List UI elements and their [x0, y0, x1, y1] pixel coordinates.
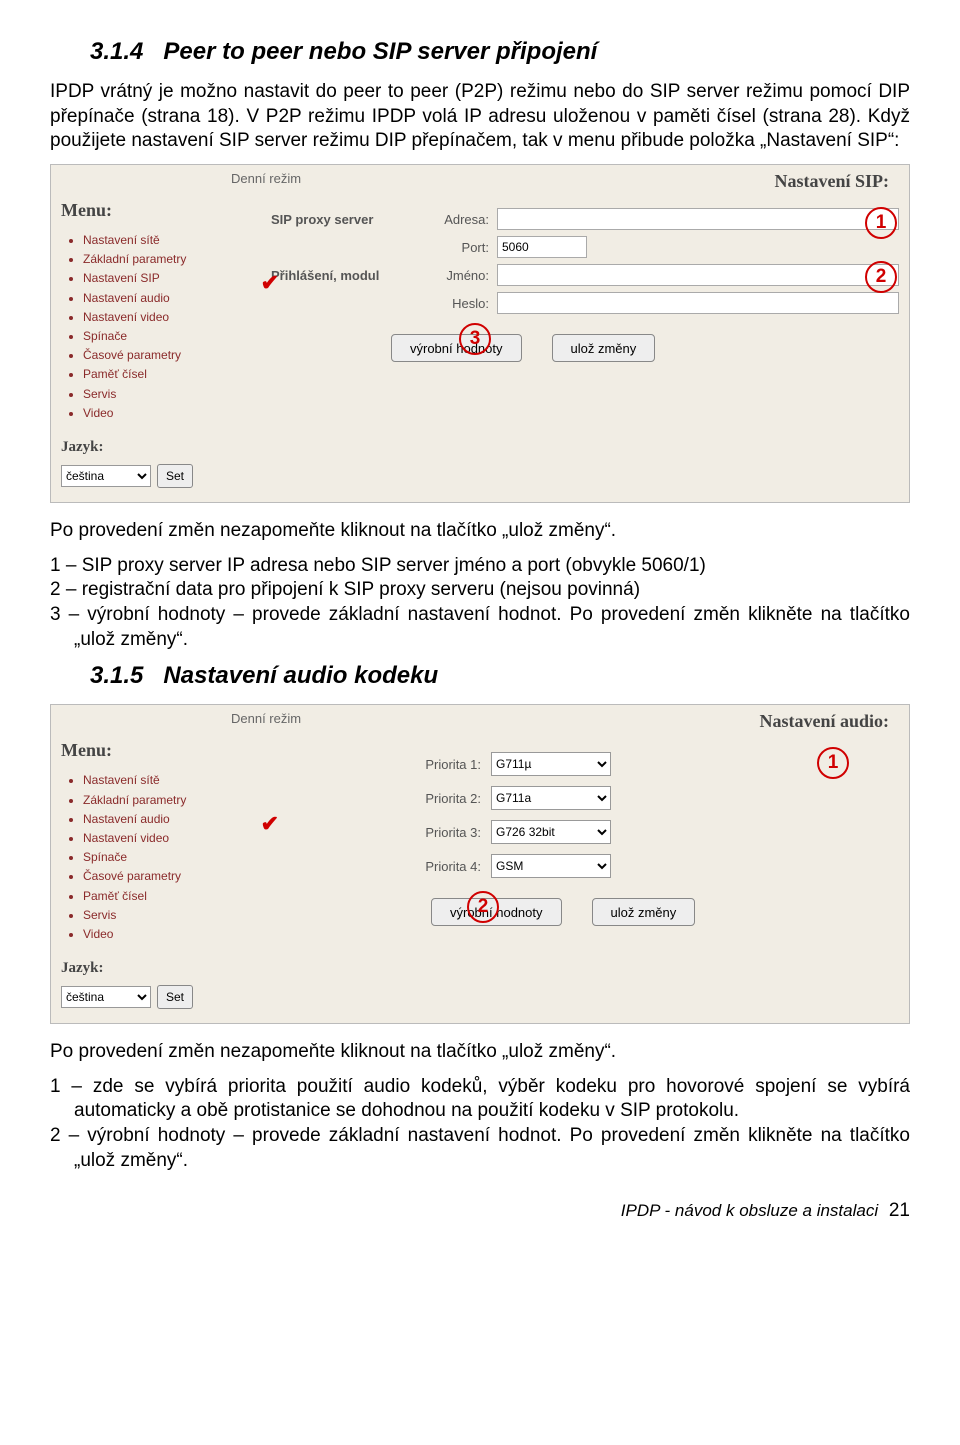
language-select[interactable]: čeština — [61, 465, 151, 487]
language-label: Jazyk: — [61, 439, 251, 456]
priority4-select[interactable]: GSM — [491, 854, 611, 878]
callout-2: 2 — [865, 261, 897, 293]
checkmark-icon: ✔ — [261, 265, 279, 300]
menu-item[interactable]: Video — [83, 404, 251, 423]
menu-list: Nastavení sítě Základní parametry Nastav… — [83, 231, 251, 423]
menu-item[interactable]: Nastavení video — [83, 308, 251, 327]
priority3-label: Priorita 3: — [371, 825, 481, 840]
menu-item[interactable]: Servis — [83, 385, 251, 404]
menu-item[interactable]: Nastavení sítě — [83, 771, 251, 790]
panel-heading: Nastavení audio: — [759, 711, 889, 732]
menu-item[interactable]: Nastavení sítě — [83, 231, 251, 250]
mid-p4: 3 – výrobní hodnoty – provede základní n… — [50, 603, 910, 652]
heslo-input[interactable] — [497, 292, 899, 314]
field-label-heslo: Heslo: — [429, 296, 489, 311]
group-label-proxy: SIP proxy server — [271, 212, 421, 227]
menu-item[interactable]: Časové parametry — [83, 346, 251, 365]
section-title-314: 3.1.4 Peer to peer nebo SIP server připo… — [90, 38, 910, 66]
section-heading: Nastavení audio kodeku — [163, 662, 438, 689]
menu-item[interactable]: Paměť čísel — [83, 365, 251, 384]
language-label: Jazyk: — [61, 960, 251, 977]
set-button[interactable]: Set — [157, 985, 193, 1009]
panel-heading: Nastavení SIP: — [774, 171, 889, 192]
end-p2: 1 – zde se vybírá priorita použití audio… — [50, 1075, 910, 1124]
menu-item[interactable]: Servis — [83, 906, 251, 925]
panel-sip: Denní režim Nastavení SIP: Menu: Nastave… — [50, 164, 910, 503]
save-button[interactable]: ulož změny — [592, 898, 696, 926]
end-p3: 2 – výrobní hodnoty – provede základní n… — [50, 1124, 910, 1173]
adresa-input[interactable] — [497, 208, 899, 230]
page-number: 21 — [889, 1200, 910, 1221]
port-input[interactable] — [497, 236, 587, 258]
menu-item[interactable]: Spínače — [83, 848, 251, 867]
page-footer: IPDP - návod k obsluze a instalaci 21 — [50, 1200, 910, 1222]
priority2-select[interactable]: G711a — [491, 786, 611, 810]
menu-list: Nastavení sítě Základní parametry Nastav… — [83, 771, 251, 944]
panel-audio: Denní režim Nastavení audio: Menu: Nasta… — [50, 704, 910, 1024]
priority3-select[interactable]: G726 32bit — [491, 820, 611, 844]
mid-p1: Po provedení změn nezapomeňte kliknout n… — [50, 519, 910, 544]
save-button[interactable]: ulož změny — [552, 334, 656, 362]
menu-item[interactable]: Základní parametry — [83, 791, 251, 810]
menu-item[interactable]: Nastavení video — [83, 829, 251, 848]
section-num: 3.1.4 — [90, 38, 143, 65]
checkmark-icon: ✔ — [261, 806, 279, 841]
menu-item[interactable]: Nastavení audio✔ — [83, 810, 251, 829]
priority1-label: Priorita 1: — [371, 757, 481, 772]
footer-text: IPDP - návod k obsluze a instalaci — [621, 1201, 878, 1220]
language-select[interactable]: čeština — [61, 986, 151, 1008]
para-314: IPDP vrátný je možno nastavit do peer to… — [50, 80, 910, 154]
section-title-315: 3.1.5 Nastavení audio kodeku — [90, 662, 910, 690]
menu-item[interactable]: Video — [83, 925, 251, 944]
callout-3: 3 — [459, 323, 491, 355]
menu-item[interactable]: Paměť čísel — [83, 887, 251, 906]
menu-item[interactable]: Časové parametry — [83, 867, 251, 886]
priority1-select[interactable]: G711µ — [491, 752, 611, 776]
mid-p2: 1 – SIP proxy server IP adresa nebo SIP … — [50, 554, 910, 579]
jmeno-input[interactable] — [497, 264, 899, 286]
field-label-jmeno: Jméno: — [429, 268, 489, 283]
group-label-login: Přihlášení, modul — [271, 268, 421, 283]
section-heading: Peer to peer nebo SIP server připojení — [163, 38, 597, 65]
priority4-label: Priorita 4: — [371, 859, 481, 874]
set-button[interactable]: Set — [157, 464, 193, 488]
menu-item[interactable]: Nastavení SIP✔ — [83, 269, 251, 288]
field-label-adresa: Adresa: — [429, 212, 489, 227]
priority2-label: Priorita 2: — [371, 791, 481, 806]
menu-item[interactable]: Spínače — [83, 327, 251, 346]
mode-label: Denní režim — [231, 711, 301, 732]
mid-p3: 2 – registrační data pro připojení k SIP… — [50, 578, 910, 603]
menu-item[interactable]: Základní parametry — [83, 250, 251, 269]
field-label-port: Port: — [429, 240, 489, 255]
menu-item[interactable]: Nastavení audio — [83, 289, 251, 308]
mode-label: Denní režim — [231, 171, 301, 192]
section-num: 3.1.5 — [90, 662, 143, 689]
menu-title: Menu: — [61, 740, 251, 761]
menu-title: Menu: — [61, 200, 251, 221]
callout-1: 1 — [865, 207, 897, 239]
defaults-button[interactable]: výrobní hodnoty — [391, 334, 522, 362]
end-p1: Po provedení změn nezapomeňte kliknout n… — [50, 1040, 910, 1065]
